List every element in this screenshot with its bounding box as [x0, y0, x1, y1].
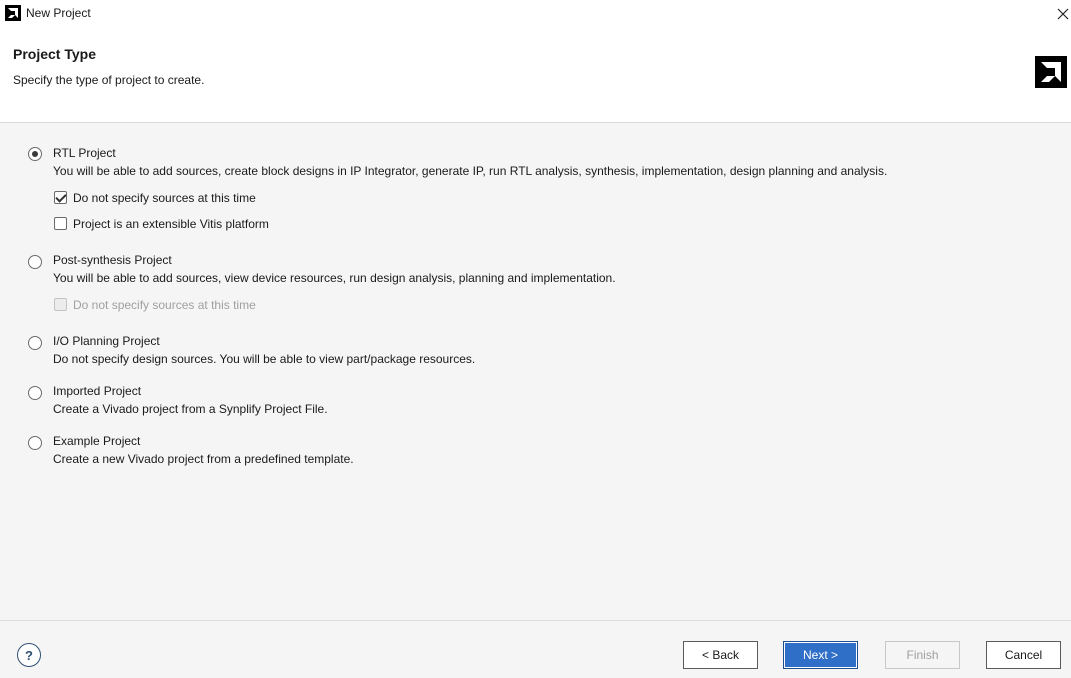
rtl-project-description: You will be able to add sources, create … [53, 164, 888, 178]
vitis-platform-label[interactable]: Project is an extensible Vitis platform [73, 217, 269, 231]
back-button[interactable]: < Back [683, 641, 758, 669]
post-synth-no-sources-label: Do not specify sources at this time [73, 298, 256, 312]
io-planning-project-radio[interactable] [28, 336, 42, 350]
page-title: Project Type [13, 46, 96, 62]
example-project-label[interactable]: Example Project [53, 434, 140, 448]
post-synth-no-sources-checkbox [54, 298, 67, 311]
page-header: Project Type Specify the type of project… [0, 27, 1071, 123]
next-button[interactable]: Next > [783, 641, 858, 669]
post-synthesis-project-description: You will be able to add sources, view de… [53, 271, 616, 285]
vitis-platform-checkbox[interactable] [54, 217, 67, 230]
close-icon [1057, 8, 1069, 19]
page-subtitle: Specify the type of project to create. [13, 73, 205, 87]
example-project-radio[interactable] [28, 436, 42, 450]
post-synthesis-project-radio[interactable] [28, 255, 42, 269]
amd-logo-icon [1035, 56, 1067, 88]
example-project-description: Create a new Vivado project from a prede… [53, 452, 354, 466]
rtl-no-sources-label[interactable]: Do not specify sources at this time [73, 191, 256, 205]
rtl-project-label[interactable]: RTL Project [53, 146, 116, 160]
close-button[interactable] [1055, 0, 1071, 27]
window-title: New Project [26, 6, 91, 20]
help-icon: ? [25, 647, 33, 663]
new-project-dialog: New Project Project Type Specify the typ… [0, 0, 1071, 678]
rtl-project-radio[interactable] [28, 147, 42, 161]
imported-project-radio[interactable] [28, 386, 42, 400]
rtl-no-sources-checkbox[interactable] [54, 191, 67, 204]
imported-project-label[interactable]: Imported Project [53, 384, 141, 398]
cancel-button[interactable]: Cancel [986, 641, 1061, 669]
help-button[interactable]: ? [17, 643, 41, 667]
title-bar: New Project [0, 0, 1071, 27]
io-planning-project-label[interactable]: I/O Planning Project [53, 334, 160, 348]
io-planning-project-description: Do not specify design sources. You will … [53, 352, 476, 366]
imported-project-description: Create a Vivado project from a Synplify … [53, 402, 328, 416]
dialog-footer: ? < Back Next > Finish Cancel [0, 620, 1071, 678]
finish-button: Finish [885, 641, 960, 669]
post-synthesis-project-label[interactable]: Post-synthesis Project [53, 253, 172, 267]
amd-logo-icon [5, 5, 21, 21]
